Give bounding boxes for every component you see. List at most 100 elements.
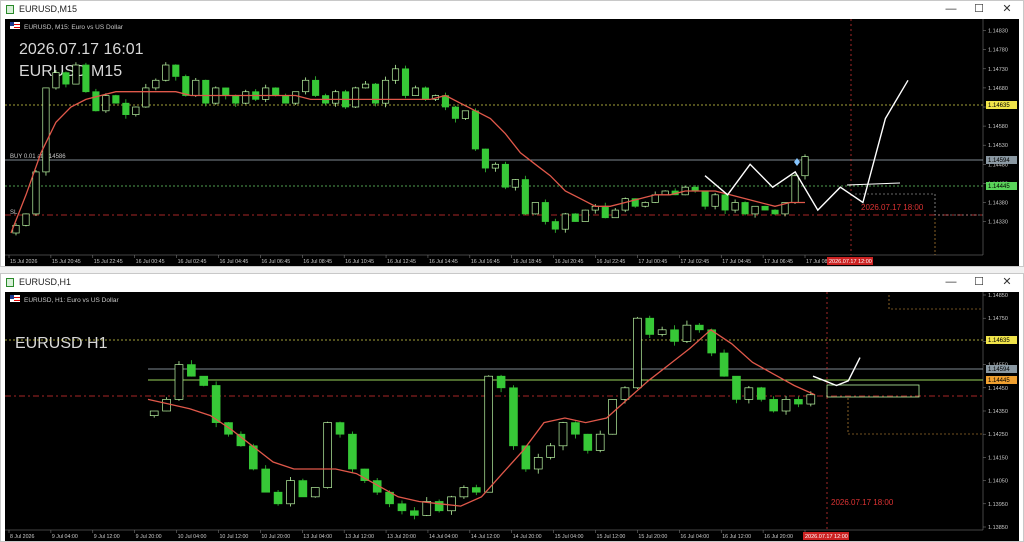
candle-body xyxy=(236,433,246,447)
window-title: EURUSD,M15 xyxy=(19,4,78,14)
candle-body xyxy=(292,91,300,104)
close-button[interactable]: ✕ xyxy=(995,2,1019,17)
time-tick-label: 17 Jul 02:45 xyxy=(680,259,709,265)
price-tick-label: 1.14150 xyxy=(988,455,1008,461)
price-tick-label: 1.14750 xyxy=(988,316,1008,322)
chart-window-h1[interactable]: EURUSD,H1 — ☐ ✕ EURUSD, H1: Euro vs US D… xyxy=(0,273,1024,542)
overlay-symbol: EURUSD H1 xyxy=(15,335,108,352)
chart-area[interactable]: EURUSD, M15: Euro vs US Dollar 2026.07.1… xyxy=(5,19,1019,266)
candle-body xyxy=(262,87,270,100)
symbol-flag-icon xyxy=(10,295,20,302)
candle-body xyxy=(401,68,410,96)
candle-body xyxy=(794,399,803,405)
candle-body xyxy=(282,95,290,104)
price-tick-label: 1.14530 xyxy=(988,143,1008,149)
window-titlebar[interactable]: EURUSD,M15 — ☐ ✕ xyxy=(1,1,1023,18)
candle-body xyxy=(744,387,754,400)
overlay-symbol: EURUSD M15 xyxy=(19,63,122,80)
future-time-label: 2026.07.17 18:00 xyxy=(831,498,894,507)
time-tick-label: 13 Jul 12:00 xyxy=(345,534,374,540)
time-tick-label: 9 Jul 20:00 xyxy=(136,534,162,540)
candle-body xyxy=(533,457,543,470)
window-title: EURUSD,H1 xyxy=(19,277,72,287)
candle-body xyxy=(571,422,580,435)
candle-body xyxy=(261,468,271,493)
candle-body xyxy=(52,72,60,89)
candle-body xyxy=(142,87,150,108)
candle-body xyxy=(32,171,40,215)
time-tick-label: 17 Jul 00:45 xyxy=(638,259,667,265)
candle-body xyxy=(583,433,593,451)
price-chart[interactable]: EURUSD, H1: Euro vs US Dollar EURUSD H1 … xyxy=(5,292,1019,541)
candle-body xyxy=(222,87,230,96)
candle-body xyxy=(756,387,766,400)
top-level-badge-text: 1.14635 xyxy=(988,338,1010,344)
price-chart[interactable]: EURUSD, M15: Euro vs US Dollar 2026.07.1… xyxy=(5,19,1019,266)
time-tick-label: 10 Jul 12:00 xyxy=(219,534,248,540)
chart-window-icon xyxy=(6,278,14,287)
candle-body xyxy=(447,496,456,512)
candle-body xyxy=(312,79,320,96)
candle-body xyxy=(62,72,70,85)
candle-body xyxy=(187,364,196,377)
minimize-button[interactable]: — xyxy=(939,275,963,290)
candle-body xyxy=(509,387,518,447)
candle-body xyxy=(721,194,729,211)
time-tick-label: 13 Jul 04:00 xyxy=(303,534,332,540)
candle-body xyxy=(581,209,589,222)
current-time-badge-text: 2026.07.17 12:00 xyxy=(829,259,872,265)
candle-body xyxy=(411,87,420,96)
candle-body xyxy=(72,64,80,85)
overlay-time: 2026.07.17 16:01 xyxy=(19,41,144,58)
minimize-button[interactable]: — xyxy=(939,2,963,17)
candle-body xyxy=(621,198,629,211)
candle-body xyxy=(781,399,791,412)
candle-body xyxy=(511,179,519,188)
time-tick-label: 16 Jul 10:45 xyxy=(345,259,374,265)
candle-body xyxy=(335,422,345,435)
candle-body xyxy=(310,487,320,498)
candle-body xyxy=(182,76,190,96)
candle-body xyxy=(731,202,739,211)
bid-badge-text: 1.14445 xyxy=(988,378,1010,384)
close-button[interactable]: ✕ xyxy=(995,275,1019,290)
candle-body xyxy=(202,79,210,104)
price-tick-label: 1.14250 xyxy=(988,432,1008,438)
candle-body xyxy=(496,375,506,389)
candle-body xyxy=(172,64,180,77)
time-tick-label: 17 Jul 04:45 xyxy=(722,259,751,265)
time-tick-label: 9 Jul 12:00 xyxy=(94,534,120,540)
maximize-button[interactable]: ☐ xyxy=(967,275,991,290)
candle-body xyxy=(352,87,360,108)
candle-body xyxy=(701,190,709,207)
time-tick-label: 16 Jul 20:00 xyxy=(764,534,793,540)
time-tick-label: 14 Jul 04:00 xyxy=(429,534,458,540)
candle-body xyxy=(769,399,778,412)
time-tick-label: 16 Jul 14:45 xyxy=(429,259,458,265)
candle-body xyxy=(348,433,357,470)
maximize-button[interactable]: ☐ xyxy=(967,2,991,17)
window-titlebar[interactable]: EURUSD,H1 — ☐ ✕ xyxy=(1,274,1023,291)
candle-body xyxy=(682,324,692,342)
candle-body xyxy=(22,213,30,226)
candle-body xyxy=(199,375,209,386)
candle-body xyxy=(92,91,100,112)
chart-area[interactable]: EURUSD, H1: Euro vs US Dollar EURUSD H1 … xyxy=(5,292,1019,541)
time-tick-label: 9 Jul 04:00 xyxy=(52,534,78,540)
candle-body xyxy=(657,329,667,335)
price-tick-label: 1.14350 xyxy=(988,409,1008,415)
candle-body xyxy=(541,202,549,222)
price-tick-label: 1.13850 xyxy=(988,525,1008,531)
chart-window-m15[interactable]: EURUSD,M15 — ☐ ✕ EURUSD, M15: Euro vs US… xyxy=(0,0,1024,267)
candle-body xyxy=(521,179,529,215)
time-tick-label: 16 Jul 22:45 xyxy=(597,259,626,265)
candle-body xyxy=(162,64,170,81)
time-tick-label: 16 Jul 06:45 xyxy=(261,259,290,265)
candle-body xyxy=(561,213,569,230)
price-tick-label: 1.14380 xyxy=(988,200,1008,206)
candle-body xyxy=(471,110,479,150)
candle-body xyxy=(272,87,280,96)
candle-body xyxy=(620,387,630,400)
candle-body xyxy=(645,317,655,335)
candle-body xyxy=(461,110,469,119)
